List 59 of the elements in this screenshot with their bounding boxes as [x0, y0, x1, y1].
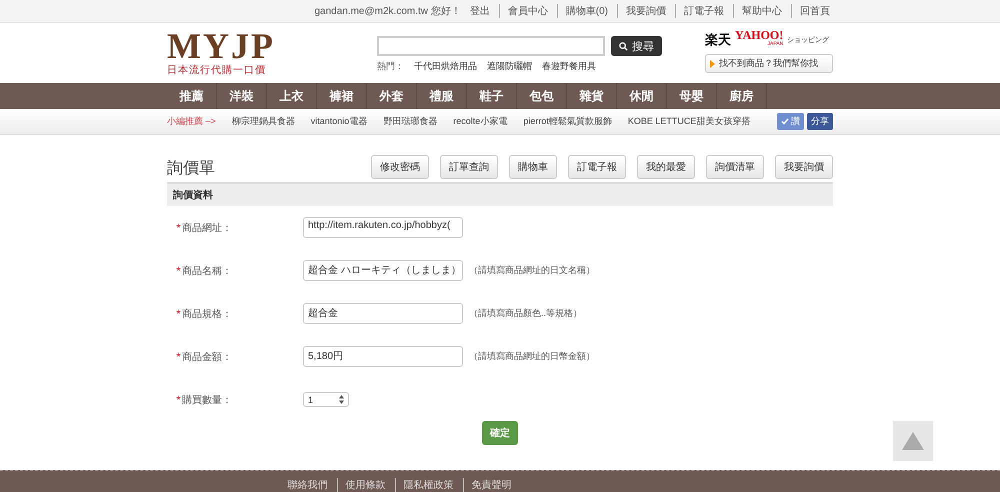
recommend-link[interactable]: 野田琺瑯食器 — [383, 115, 438, 128]
stepper-arrows-icon — [339, 395, 344, 404]
top-link[interactable]: 登出 — [466, 4, 493, 18]
greeting-text: gandan.me@m2k.com.tw 您好！ — [314, 5, 461, 18]
top-link[interactable]: 購物車(0) — [556, 4, 611, 18]
rakuten-logo[interactable]: 楽天 — [705, 31, 731, 49]
recommend-link[interactable]: 柳宗理鍋具食器 — [232, 115, 295, 128]
account-button[interactable]: 訂電子報 — [568, 155, 626, 179]
input-field[interactable]: 5,180円 — [303, 346, 463, 367]
share-button[interactable]: 分享 — [807, 113, 833, 130]
yahoo-logo[interactable]: YAHOO! — [735, 31, 784, 40]
triangle-icon — [710, 60, 715, 68]
recommend-link[interactable]: vitantonio電器 — [310, 115, 368, 128]
footer-link[interactable]: 使用條款 — [336, 478, 388, 492]
account-button[interactable]: 訂單查詢 — [440, 155, 498, 179]
input-field[interactable]: http://item.rakuten.co.jp/hobbyz( — [303, 217, 463, 238]
field-label: 商品規格： — [182, 308, 232, 320]
logo-subtitle: 日本流行代購一口價 — [167, 64, 267, 77]
recommend-link[interactable]: pierrot輕鬆氣質款服飾 — [523, 115, 612, 128]
section-header: 詢價資料 — [167, 184, 833, 206]
top-link[interactable]: 幫助中心 — [733, 4, 785, 18]
top-link[interactable]: 回首頁 — [791, 4, 833, 18]
top-link[interactable]: 訂電子報 — [675, 4, 727, 18]
footer-link[interactable]: 聯絡我們 — [284, 478, 330, 492]
search-button[interactable]: 搜尋 — [611, 36, 662, 56]
account-button[interactable]: 我要詢價 — [775, 155, 833, 179]
input-field[interactable]: 超合金 ハローキティ（しましま） — [303, 260, 463, 281]
recommend-label: 小編推薦 –> — [167, 115, 216, 128]
hot-term-link[interactable]: 遮陽防曬帽 — [487, 60, 532, 73]
check-icon — [781, 118, 789, 125]
page-title: 詢價單 — [167, 158, 215, 179]
field-label: 商品名稱： — [182, 264, 232, 278]
quantity-select[interactable]: 1 — [303, 392, 349, 407]
account-button[interactable]: 我的最愛 — [637, 155, 695, 179]
input-field[interactable]: 超合金 — [303, 303, 463, 324]
field-label: 商品金額： — [182, 350, 232, 364]
field-hint: （請填寫商品顏色..等規格） — [469, 307, 582, 320]
up-triangle-icon — [902, 432, 924, 450]
hot-term-link[interactable]: 春遊野餐用具 — [542, 60, 596, 73]
account-button[interactable]: 詢價清單 — [706, 155, 764, 179]
footer-link[interactable]: 免責聲明 — [462, 478, 514, 492]
hot-label: 熱門： — [377, 60, 404, 73]
field-hint: （請填寫商品網址的日幣金額） — [469, 350, 595, 363]
recommend-link[interactable]: KOBE LETTUCE甜美女孩穿搭 — [628, 115, 750, 128]
search-icon — [619, 42, 628, 50]
account-button[interactable]: 購物車 — [509, 155, 557, 179]
footer-link[interactable]: 隱私權政策 — [394, 478, 456, 492]
back-to-top-button[interactable] — [893, 421, 933, 461]
top-link[interactable]: 會員中心 — [498, 4, 551, 18]
search-field[interactable] — [377, 36, 605, 56]
hot-term-link[interactable]: 千代田烘焙用品 — [414, 60, 477, 73]
field-hint: （請填寫商品網址的日文名稱） — [469, 264, 595, 277]
field-label: 商品網址： — [182, 222, 232, 234]
help-find-button[interactable]: 找不到商品？我們幫你找 — [705, 54, 833, 73]
account-button[interactable]: 修改密碼 — [371, 155, 429, 179]
logo-title[interactable]: MYJP — [167, 29, 377, 63]
top-link[interactable]: 我要詢價 — [617, 4, 669, 18]
recommend-link[interactable]: recolte小家電 — [453, 115, 508, 128]
field-label: 購買數量： — [182, 394, 232, 406]
